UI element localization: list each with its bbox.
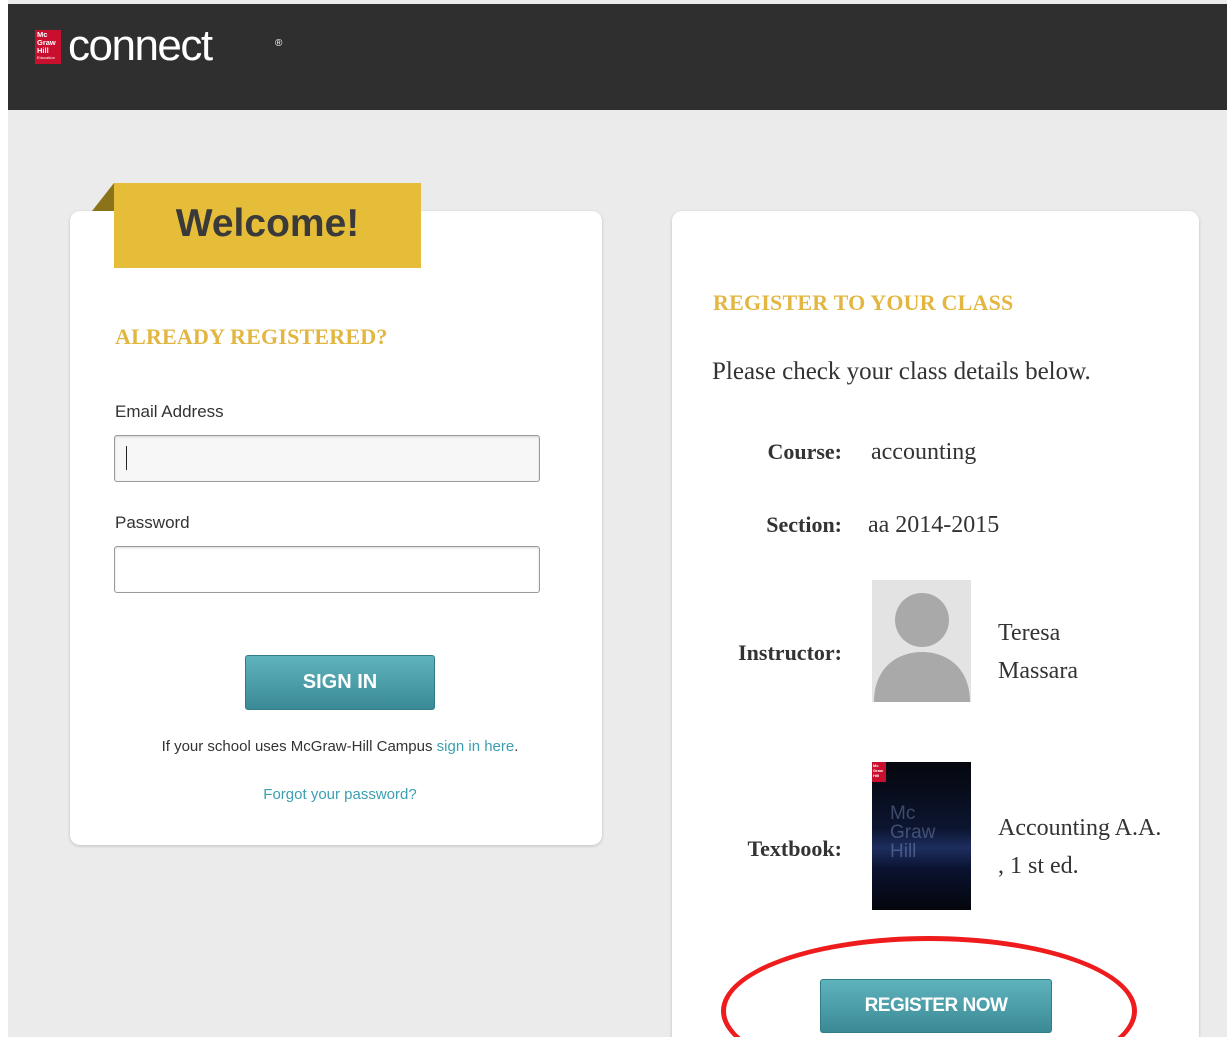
- textbook-title: Accounting A.A. , 1 st ed.: [998, 815, 1162, 879]
- instructor-name: Teresa Massara: [998, 620, 1078, 684]
- register-intro-text: Please check your class details below.: [712, 358, 1091, 385]
- book-publisher-badge: Mc Graw Hill: [872, 762, 886, 782]
- email-field[interactable]: [114, 435, 540, 482]
- email-label: Email Address: [115, 402, 224, 421]
- ribbon-fold: [92, 183, 114, 211]
- avatar-silhouette-svg: [874, 593, 970, 702]
- logo-badge-line4: Education: [37, 55, 55, 60]
- text-cursor: [126, 446, 127, 470]
- textbook-cover-image: Mc Graw Hill Mc Graw Hill: [872, 762, 971, 910]
- already-registered-heading: ALREADY REGISTERED?: [115, 324, 388, 349]
- welcome-ribbon: Welcome!: [114, 183, 421, 268]
- campus-suffix: .: [514, 738, 519, 755]
- registered-mark: ®: [275, 38, 283, 49]
- sign-in-button[interactable]: SIGN IN: [245, 655, 435, 710]
- top-header: Mc Graw Hill Education connect ®: [8, 4, 1227, 110]
- book-cover-line3: Hill: [890, 841, 917, 862]
- person-silhouette-icon: [872, 580, 971, 702]
- campus-sign-in-link[interactable]: sign in here: [437, 738, 515, 755]
- instructor-label: Instructor:: [738, 640, 842, 665]
- campus-sign-in-line: If your school uses McGraw-Hill Campus s…: [70, 738, 610, 755]
- section-value: aa 2014-2015: [868, 512, 1000, 538]
- connect-logo-text[interactable]: connect: [68, 22, 213, 70]
- page: Mc Graw Hill Education connect ® Welcome…: [0, 0, 1227, 1037]
- mcgraw-hill-logo-icon[interactable]: Mc Graw Hill Education: [35, 30, 61, 64]
- password-field[interactable]: [114, 546, 540, 593]
- forgot-password-row: Forgot your password?: [70, 786, 610, 803]
- book-cover-line1: Mc: [890, 803, 916, 824]
- register-now-button[interactable]: REGISTER NOW: [820, 979, 1052, 1033]
- register-heading: REGISTER TO YOUR CLASS: [713, 290, 1014, 315]
- book-cover-title: Mc Graw Hill: [890, 804, 935, 861]
- section-label: Section:: [766, 512, 842, 537]
- course-value: accounting: [871, 439, 977, 465]
- course-label: Course:: [767, 439, 842, 464]
- textbook-label: Textbook:: [747, 836, 842, 861]
- password-label: Password: [115, 513, 190, 532]
- logo-badge-line3: Hill: [37, 46, 49, 55]
- campus-text: If your school uses McGraw-Hill Campus: [161, 738, 433, 755]
- book-badge-line3: Hill: [873, 773, 880, 778]
- forgot-password-link[interactable]: Forgot your password?: [263, 786, 416, 803]
- book-cover-line2: Graw: [890, 822, 936, 843]
